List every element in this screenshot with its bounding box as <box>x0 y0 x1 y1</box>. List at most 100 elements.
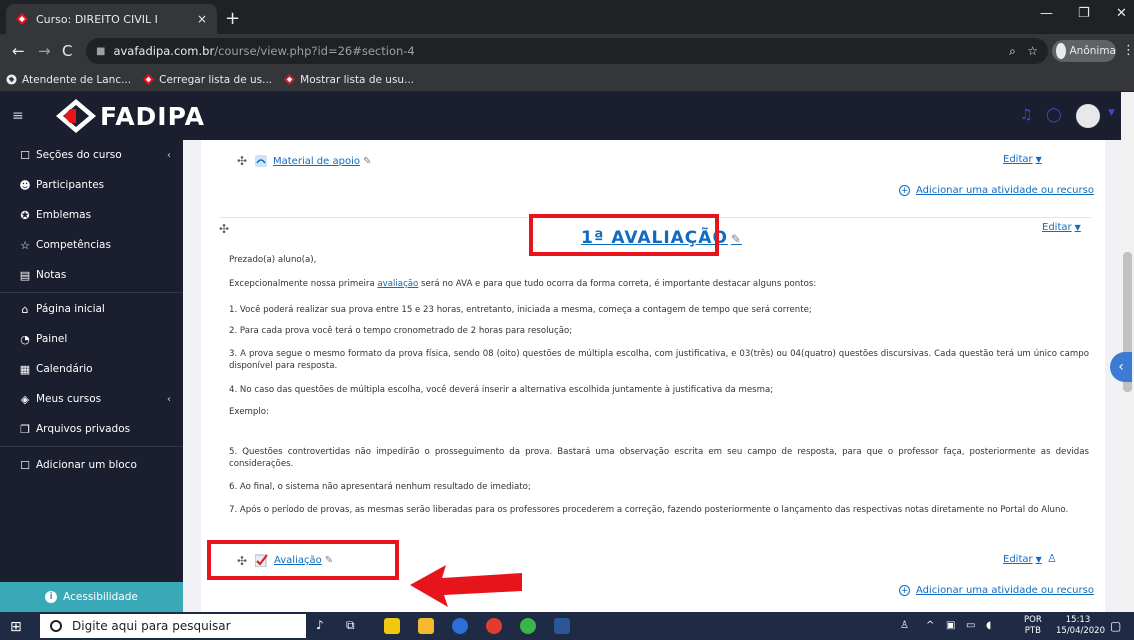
sidebar-item-label: Seções do curso <box>36 149 122 161</box>
sidebar-item-participants[interactable]: ☻ Participantes <box>0 170 183 200</box>
pencil-icon[interactable]: ✎ <box>731 232 742 246</box>
windows-taskbar: ⊞ Digite aqui para pesquisar ♪ ⧉ ♙ ^ ▣ ▭… <box>0 612 1134 640</box>
app-circle-icon[interactable] <box>452 618 468 634</box>
add-activity-link[interactable]: + Adicionar uma atividade ou recurso <box>899 585 1094 596</box>
sticky-app-icon[interactable] <box>384 618 400 634</box>
window-close-icon[interactable]: ✕ <box>1116 6 1127 21</box>
fadipa-favicon-icon <box>284 74 296 85</box>
tray-chevron-up-icon[interactable]: ^ <box>926 620 934 631</box>
edit-menu-button[interactable]: Editar ▼ <box>1003 154 1042 165</box>
bookmarks-bar: Atendente de Lanc... Cerregar lista de u… <box>0 68 1134 92</box>
zoom-and-star-icons[interactable]: ⌕ ☆ <box>1009 44 1038 59</box>
edit-menu-button[interactable]: Editar ▼ <box>1003 554 1042 565</box>
whatsapp-icon[interactable] <box>520 618 536 634</box>
restore-icon[interactable]: ❐ <box>1078 6 1090 21</box>
plus-circle-icon: + <box>899 585 910 596</box>
notification-bell-icon[interactable]: ♫ <box>1020 107 1033 123</box>
square-icon: ☐ <box>20 458 30 472</box>
bookmark-label: Cerregar lista de us... <box>159 73 273 86</box>
forward-icon[interactable]: → <box>38 42 51 60</box>
star-icon: ☆ <box>20 238 30 252</box>
sidebar-item-home[interactable]: ⌂ Página inicial <box>0 294 183 324</box>
sidebar-item-grades[interactable]: ▤ Notas <box>0 260 183 290</box>
cortana-icon <box>50 620 62 632</box>
sidebar-item-label: Participantes <box>36 179 105 191</box>
bookmark-label: Atendente de Lanc... <box>22 73 132 86</box>
sidebar-item-add-block[interactable]: ☐ Adicionar um bloco <box>0 450 183 480</box>
edit-label: Editar <box>1042 222 1072 233</box>
volume-icon[interactable]: ◖ <box>986 620 991 631</box>
reload-icon[interactable]: C <box>62 42 72 60</box>
accessibility-button[interactable]: i Acessibilidade <box>0 582 183 612</box>
assign-roles-icon[interactable]: ♙ <box>1047 552 1057 565</box>
sidebar-item-label: Competências <box>36 239 111 251</box>
microphone-icon[interactable]: ♪ <box>316 618 324 632</box>
chrome-icon[interactable] <box>486 618 502 634</box>
sidebar-item-private-files[interactable]: ❐ Arquivos privados <box>0 414 183 444</box>
word-icon[interactable] <box>554 618 570 634</box>
browser-tab-bar: Curso: DIREITO CIVIL I × + — ❐ ✕ <box>0 0 1134 34</box>
windows-start-icon[interactable]: ⊞ <box>10 619 22 635</box>
tray-app-icon[interactable]: ▣ <box>946 620 955 631</box>
file-explorer-icon[interactable] <box>418 618 434 634</box>
add-activity-label: Adicionar uma atividade ou recurso <box>916 585 1094 596</box>
add-activity-link[interactable]: + Adicionar uma atividade ou recurso <box>899 185 1094 196</box>
chevron-left-icon: ‹ <box>167 393 171 405</box>
add-activity-label: Adicionar uma atividade ou recurso <box>916 185 1094 196</box>
pencil-icon[interactable]: ✎ <box>363 156 371 167</box>
gauge-icon: ◔ <box>20 332 30 346</box>
edit-menu-button[interactable]: Editar ▼ <box>1042 222 1081 233</box>
search-placeholder: Digite aqui para pesquisar <box>72 619 231 633</box>
accessibility-label: Acessibilidade <box>63 591 138 603</box>
drawer-toggle-chevron-left-icon[interactable]: ‹ <box>1110 352 1132 382</box>
new-tab-button[interactable]: + <box>225 8 240 29</box>
sidebar-item-calendar[interactable]: ▦ Calendário <box>0 354 183 384</box>
files-icon: ❐ <box>20 422 30 436</box>
chevron-left-icon: ‹ <box>167 149 171 161</box>
network-icon[interactable]: ▭ <box>966 620 975 631</box>
point-6-text: 6. Ao final, o sistema não apresentará n… <box>229 482 531 492</box>
url-resource-icon <box>255 155 267 167</box>
bookmark-item[interactable]: Cerregar lista de us... <box>143 74 272 86</box>
badge-icon: ✪ <box>20 208 30 222</box>
bookmark-item[interactable]: Mostrar lista de usu... <box>284 74 414 86</box>
task-view-icon[interactable]: ⧉ <box>346 618 355 633</box>
address-bar[interactable]: ■ avafadipa.com.br /course/view.php?id=2… <box>86 38 1048 64</box>
fadipa-logo-icon <box>56 99 96 133</box>
user-avatar[interactable] <box>1076 104 1100 128</box>
tab-close-icon[interactable]: × <box>197 12 207 26</box>
fadipa-favicon-icon <box>16 13 28 25</box>
tab-title: Curso: DIREITO CIVIL I <box>36 12 158 26</box>
clock-date: 15/04/2020 <box>1056 626 1105 636</box>
user-menu-chevron-down-icon[interactable]: ▼ <box>1108 108 1115 118</box>
hamburger-menu-icon[interactable]: ≡ <box>12 108 24 124</box>
caret-down-icon: ▼ <box>1035 155 1042 164</box>
browser-tab[interactable]: Curso: DIREITO CIVIL I × <box>6 4 217 34</box>
back-icon[interactable]: ← <box>12 42 25 60</box>
sidebar-item-label: Emblemas <box>36 209 92 221</box>
bookmark-item[interactable]: Atendente de Lanc... <box>6 74 131 86</box>
sidebar-item-badges[interactable]: ✪ Emblemas <box>0 200 183 230</box>
sidebar-item-course-sections[interactable]: ☐ Seções do curso ‹ <box>0 140 183 170</box>
calendar-icon: ▦ <box>19 362 31 376</box>
notification-center-icon[interactable]: ▢ <box>1110 619 1121 633</box>
sidebar-item-dashboard[interactable]: ◔ Painel <box>0 324 183 354</box>
avaliacao-inline-link[interactable]: avaliação <box>377 279 418 289</box>
point-5-text: 5. Questões controvertidas não impedirão… <box>229 447 1089 469</box>
people-tray-icon[interactable]: ♙ <box>900 620 909 631</box>
red-arrow-annotation <box>410 565 522 607</box>
language-indicator[interactable]: POR PTB <box>1024 615 1042 637</box>
taskbar-search-input[interactable]: Digite aqui para pesquisar <box>40 614 306 638</box>
sidebar-item-my-courses[interactable]: ◈ Meus cursos ‹ <box>0 384 183 414</box>
minimize-icon[interactable]: — <box>1040 6 1053 21</box>
move-icon[interactable]: ✣ <box>219 222 229 236</box>
site-logo[interactable]: FADIPA <box>56 99 205 133</box>
material-link[interactable]: Material de apoio <box>273 156 360 167</box>
messages-icon[interactable]: ◯ <box>1046 107 1062 123</box>
browser-menu-icon[interactable]: ⋮ <box>1122 43 1134 58</box>
example-label: Exemplo: <box>229 407 269 417</box>
move-icon[interactable]: ✣ <box>237 154 247 168</box>
clock[interactable]: 15:13 15/04/2020 <box>1056 615 1105 637</box>
sidebar-item-competencies[interactable]: ☆ Competências <box>0 230 183 260</box>
incognito-badge[interactable]: Anônima <box>1052 40 1116 62</box>
